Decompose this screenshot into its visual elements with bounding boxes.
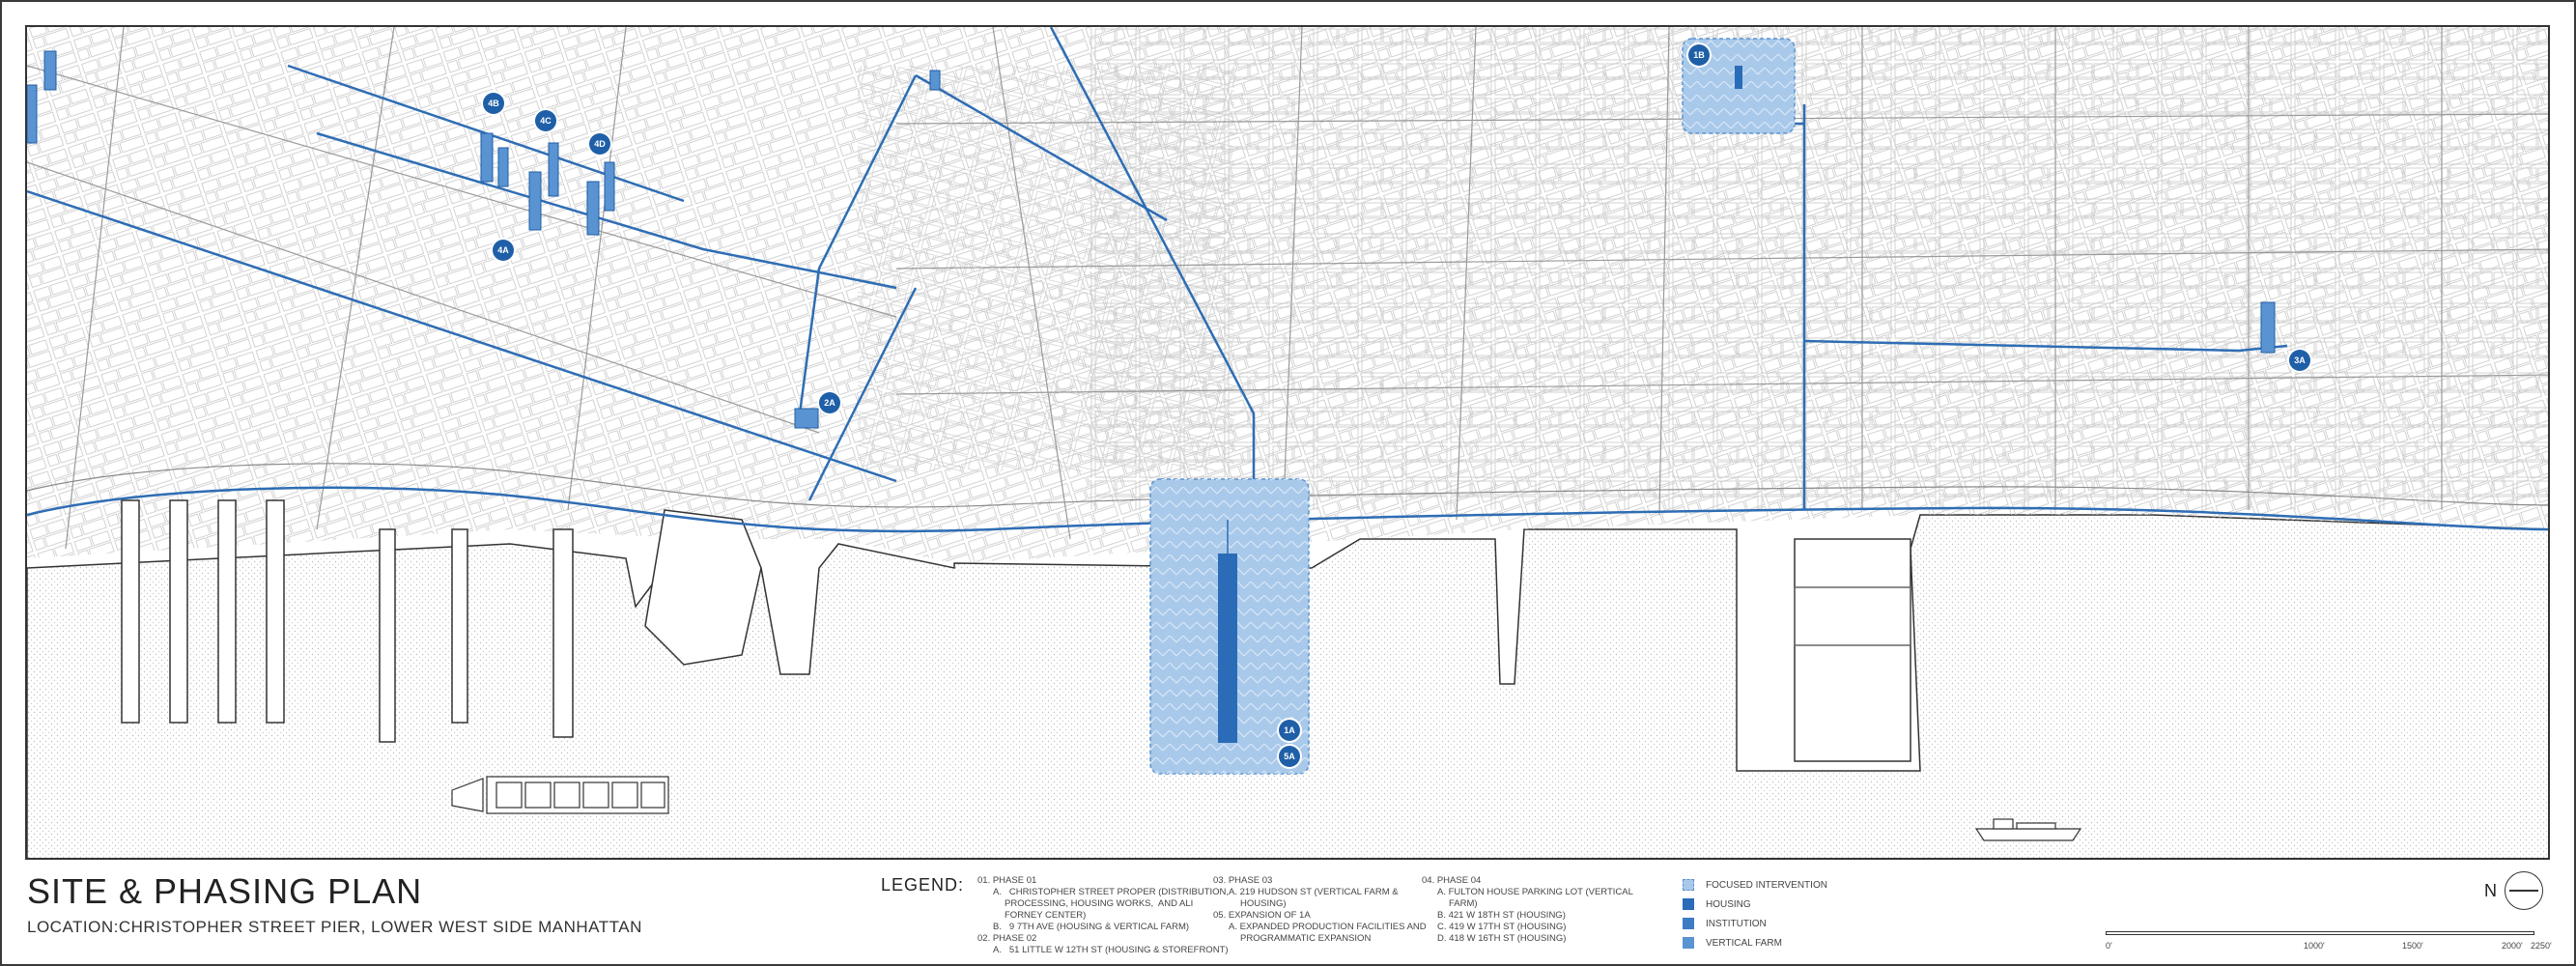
legend-line: PROCESSING, HOUSING WORKS, AND ALI — [1005, 898, 1194, 909]
legend-phase-3-5: 03. PHASE 03 A. 219 HUDSON ST (VERTICAL … — [1213, 875, 1427, 945]
legend-line: PROGRAMMATIC EXPANSION — [1240, 933, 1372, 944]
north-arrow: N — [2484, 871, 2543, 910]
scale-tick: 1000' — [2304, 941, 2325, 951]
legend-line: FORNEY CENTER) — [1005, 910, 1087, 921]
key-housing: HOUSING — [1683, 895, 1827, 914]
swatch-vertical-farm — [1683, 937, 1694, 949]
marker-1a[interactable]: 1A — [1279, 720, 1300, 741]
legend-line: 01. PHASE 01 — [977, 875, 1037, 886]
plan-location: LOCATION:CHRISTOPHER STREET PIER, LOWER … — [27, 918, 642, 936]
north-circle-icon — [2505, 871, 2543, 910]
legend-phase-4: 04. PHASE 04 A. FULTON HOUSE PARKING LOT… — [1422, 875, 1633, 945]
legend-line: A. CHRISTOPHER STREET PROPER (DISTRIBUTI… — [993, 887, 1230, 897]
city-blocks-east — [1090, 27, 2548, 510]
legend-line: 03. PHASE 03 — [1213, 875, 1273, 886]
marker-2a[interactable]: 2A — [819, 392, 840, 413]
key-label: INSTITUTION — [1706, 918, 1767, 929]
legend-line: D. 418 W 16TH ST (HOUSING) — [1437, 933, 1567, 944]
marker-4c[interactable]: 4C — [535, 110, 556, 131]
marker-3a[interactable]: 3A — [2289, 350, 2310, 371]
legend-line: C. 419 W 17TH ST (HOUSING) — [1437, 922, 1567, 932]
key-label: HOUSING — [1706, 898, 1751, 910]
marker-4a[interactable]: 4A — [493, 240, 514, 261]
legend-line: A. EXPANDED PRODUCTION FACILITIES AND — [1229, 922, 1427, 932]
scale-tick: 0' — [2106, 941, 2112, 951]
legend-line: 05. EXPANSION OF 1A — [1213, 910, 1311, 921]
legend-line: 04. PHASE 04 — [1422, 875, 1482, 886]
swatch-housing — [1683, 898, 1694, 910]
scale-tick: 2250' — [2531, 941, 2552, 951]
scale-bar: 0' 1000' 1500' 2000' 2250' — [2106, 927, 2552, 956]
key-institution: INSTITUTION — [1683, 914, 1827, 933]
legend-key: FOCUSED INTERVENTION HOUSING INSTITUTION… — [1683, 875, 1827, 952]
legend-line: 02. PHASE 02 — [977, 933, 1037, 944]
north-label: N — [2484, 880, 2497, 900]
key-label: VERTICAL FARM — [1706, 937, 1782, 949]
legend-line: B. 421 W 18TH ST (HOUSING) — [1437, 910, 1566, 921]
legend-phases-1-2: 01. PHASE 01 A. CHRISTOPHER STREET PROPE… — [977, 875, 1229, 956]
legend-line: A. 51 LITTLE W 12TH ST (HOUSING & STOREF… — [993, 945, 1229, 955]
marker-1b[interactable]: 1B — [1688, 44, 1710, 66]
swatch-focused — [1683, 879, 1694, 891]
legend-line: A. FULTON HOUSE PARKING LOT (VERTICAL — [1437, 887, 1633, 897]
plan-title: SITE & PHASING PLAN — [27, 871, 423, 911]
marker-4b[interactable]: 4B — [483, 93, 504, 114]
scale-tick: 2000' — [2502, 941, 2523, 951]
key-focused-intervention: FOCUSED INTERVENTION — [1683, 875, 1827, 895]
site-map: 4B 4C 4D 4A 2A 1B 3A 1A 5A — [25, 25, 2550, 860]
scale-bar-line — [2106, 931, 2534, 935]
key-vertical-farm: VERTICAL FARM — [1683, 933, 1827, 952]
key-label: FOCUSED INTERVENTION — [1706, 879, 1827, 891]
marker-5a[interactable]: 5A — [1279, 746, 1300, 767]
legend-line: A. 219 HUDSON ST (VERTICAL FARM & — [1229, 887, 1399, 897]
legend-line: FARM) — [1449, 898, 1478, 909]
legend-heading: LEGEND: — [881, 875, 965, 895]
legend-line: HOUSING) — [1240, 898, 1287, 909]
swatch-institution — [1683, 918, 1694, 929]
marker-4d[interactable]: 4D — [589, 133, 610, 155]
scale-tick: 1500' — [2402, 941, 2423, 951]
legend-line: B. 9 7TH AVE (HOUSING & VERTICAL FARM) — [993, 922, 1190, 932]
